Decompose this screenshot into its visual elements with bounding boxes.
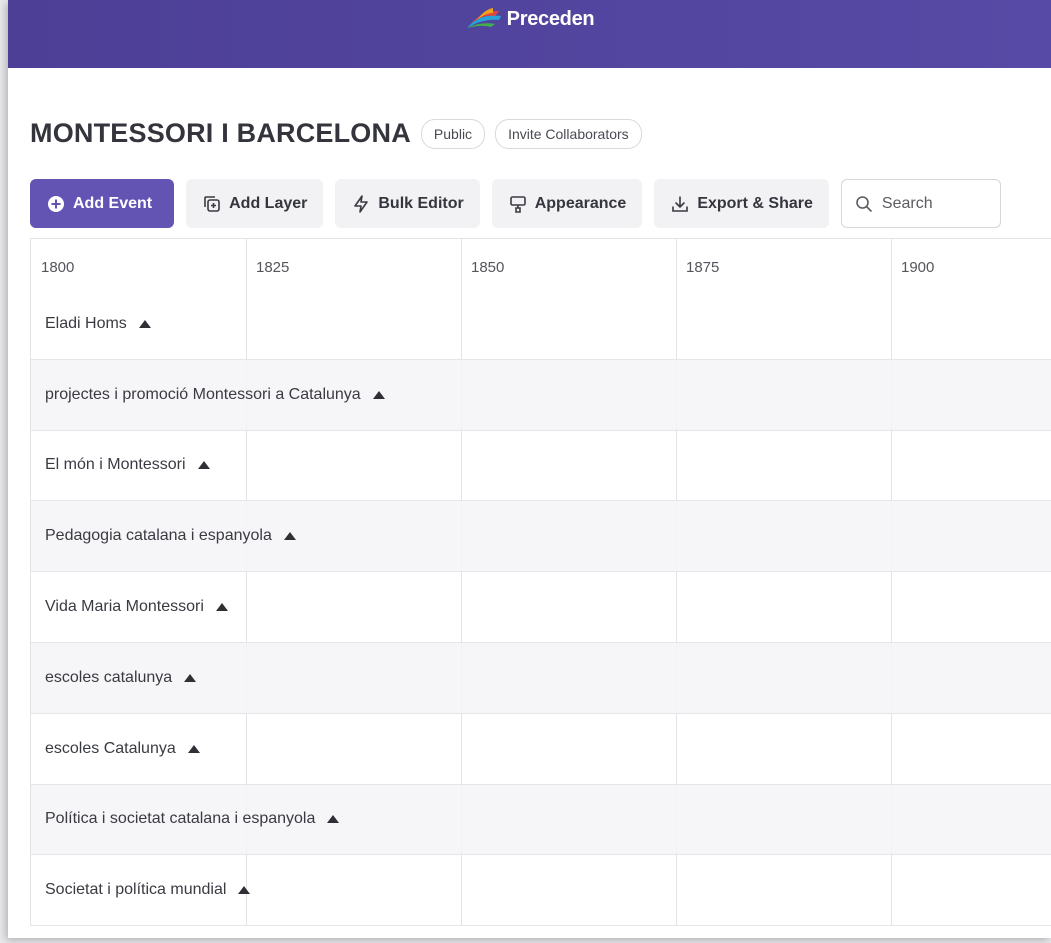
layer-row[interactable]: Eladi Homs <box>31 289 1051 360</box>
triangle-up-icon[interactable] <box>238 886 251 895</box>
add-layer-button[interactable]: Add Layer <box>186 179 324 228</box>
year-label: 1825 <box>256 259 290 276</box>
preceden-logo-icon <box>466 8 501 28</box>
triangle-up-icon[interactable] <box>215 603 228 612</box>
layer-label: escoles catalunya <box>45 668 173 686</box>
triangle-up-icon[interactable] <box>138 319 151 328</box>
layer-row[interactable]: projectes i promoció Montessori a Catalu… <box>31 359 1051 431</box>
export-share-button[interactable]: Export & Share <box>654 179 829 228</box>
layer-row[interactable]: Societat i política mundial <box>31 855 1051 927</box>
layer-row[interactable]: Pedagogia catalana i espanyola <box>31 501 1051 573</box>
toolbar: Add Event Add Layer Bulk Editor Appearan… <box>30 179 1001 228</box>
triangle-up-icon[interactable] <box>372 390 385 399</box>
layers-plus-icon <box>204 195 220 212</box>
triangle-up-icon[interactable] <box>283 532 296 541</box>
appearance-label: Appearance <box>534 194 627 212</box>
title-row: MONTESSORI I BARCELONA Public Invite Col… <box>30 118 642 149</box>
triangle-up-icon[interactable] <box>197 461 210 470</box>
layer-label: El món i Montessori <box>45 456 186 474</box>
top-bar: Preceden <box>8 0 1051 68</box>
add-event-button[interactable]: Add Event <box>30 179 175 228</box>
triangle-up-icon[interactable] <box>187 744 200 753</box>
layer-row[interactable]: escoles catalunya <box>31 642 1051 714</box>
timeline-grid: 1800 1825 1850 1875 1900 Eladi Homs proj… <box>30 238 1051 927</box>
visibility-badge[interactable]: Public <box>420 118 486 149</box>
app-window: Preceden MONTESSORI I BARCELONA Public I… <box>8 0 1051 938</box>
page-title: MONTESSORI I BARCELONA <box>30 118 411 148</box>
triangle-up-icon[interactable] <box>184 673 197 682</box>
layer-label: Societat i política mundial <box>45 881 227 899</box>
brand-name: Preceden <box>506 7 595 30</box>
triangle-up-icon[interactable] <box>327 815 340 824</box>
search-box[interactable]: Search <box>840 179 1001 228</box>
layer-label: Vida Maria Montessori <box>45 598 204 616</box>
invite-collaborators-button[interactable]: Invite Collaborators <box>495 118 642 149</box>
bulk-editor-label: Bulk Editor <box>378 194 464 212</box>
layer-row[interactable]: Vida Maria Montessori <box>31 572 1051 643</box>
layer-row[interactable]: escoles Catalunya <box>31 714 1051 785</box>
download-icon <box>672 195 689 212</box>
search-input[interactable]: Search <box>882 195 933 213</box>
year-label: 1875 <box>686 259 720 276</box>
lightning-icon <box>354 194 369 213</box>
layer-row[interactable]: Política i societat catalana i espanyola <box>31 784 1051 856</box>
paint-roller-icon <box>509 195 526 213</box>
bulk-editor-button[interactable]: Bulk Editor <box>335 179 480 228</box>
layer-row[interactable]: El món i Montessori <box>31 431 1051 502</box>
layer-list: Eladi Homs projectes i promoció Montesso… <box>31 289 1051 927</box>
layer-label: projectes i promoció Montessori a Catalu… <box>45 385 361 403</box>
plus-circle-icon <box>48 195 64 212</box>
layer-label: Pedagogia catalana i espanyola <box>45 527 272 545</box>
brand[interactable]: Preceden <box>465 8 595 31</box>
year-label: 1850 <box>471 259 505 276</box>
year-label: 1900 <box>901 259 935 276</box>
export-share-label: Export & Share <box>697 194 813 212</box>
year-label: 1800 <box>41 259 75 276</box>
appearance-button[interactable]: Appearance <box>491 179 643 228</box>
add-event-label: Add Event <box>73 194 153 212</box>
layer-label: escoles Catalunya <box>45 739 176 757</box>
search-icon <box>856 195 872 212</box>
layer-label: Política i societat catalana i espanyola <box>45 810 316 828</box>
add-layer-label: Add Layer <box>229 194 308 212</box>
layer-label: Eladi Homs <box>45 314 127 332</box>
